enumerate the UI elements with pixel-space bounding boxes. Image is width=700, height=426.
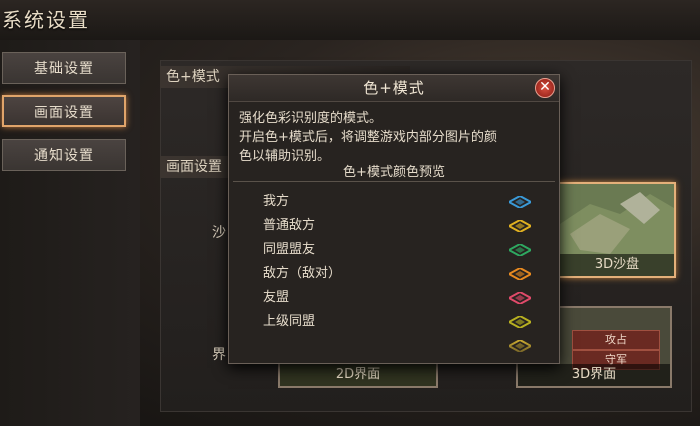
desc-line: 开启色+模式后，将调整游戏内部分图片的颜: [239, 130, 497, 145]
attack-mini-button: 攻占: [572, 330, 660, 350]
sandtable-label: 沙: [212, 225, 226, 241]
color-legend-row: 我方: [263, 191, 533, 213]
color-diamond-icon: [509, 268, 531, 280]
ui-3d-caption: 3D界面: [518, 364, 670, 386]
sandtable-3d-caption: 3D沙盘: [560, 254, 674, 276]
color-legend-label: 普通敌方: [263, 218, 316, 233]
color-diamond-icon: [509, 292, 531, 304]
color-diamond-icon: [509, 196, 531, 208]
sidebar-item-display[interactable]: 画面设置: [2, 95, 126, 127]
scroll-fade: [229, 341, 559, 363]
desc-line: 强化色彩识别度的模式。: [239, 111, 383, 126]
top-bar: [0, 0, 700, 40]
color-legend-label: 我方: [263, 194, 290, 209]
sidebar-item-notification[interactable]: 通知设置: [2, 139, 126, 171]
dialog-title: 色+模式: [229, 75, 559, 102]
color-legend-row: 上级同盟: [263, 311, 533, 333]
color-legend-row: 普通敌方: [263, 215, 533, 237]
color-plus-dialog: 色+模式 ✕ 强化色彩识别度的模式。 开启色+模式后，将调整游戏内部分图片的颜 …: [228, 74, 560, 364]
close-icon[interactable]: ✕: [535, 78, 555, 98]
sidebar-item-basic[interactable]: 基础设置: [2, 52, 126, 84]
color-legend-label: 同盟盟友: [263, 242, 316, 257]
page-title: 系统设置: [2, 8, 90, 32]
dialog-description: 强化色彩识别度的模式。 开启色+模式后，将调整游戏内部分图片的颜 色以辅助识别。: [239, 109, 551, 166]
color-legend-row: 友盟: [263, 287, 533, 309]
preview-title: 色+模式颜色预览: [343, 165, 445, 180]
sandtable-3d-option[interactable]: 3D沙盘: [558, 182, 676, 278]
color-diamond-icon: [509, 220, 531, 232]
color-diamond-icon: [509, 316, 531, 328]
color-legend-label: 敌方（敌对）: [263, 266, 342, 281]
color-legend-row: 敌方（敌对）: [263, 263, 533, 285]
divider: [233, 181, 555, 182]
ui-2d-caption: 2D界面: [280, 364, 436, 386]
color-legend-label: 友盟: [263, 290, 290, 305]
color-diamond-icon: [509, 244, 531, 256]
color-legend-row: 同盟盟友: [263, 239, 533, 261]
interface-label: 界: [212, 347, 226, 363]
color-legend-label: 上级同盟: [263, 314, 316, 329]
